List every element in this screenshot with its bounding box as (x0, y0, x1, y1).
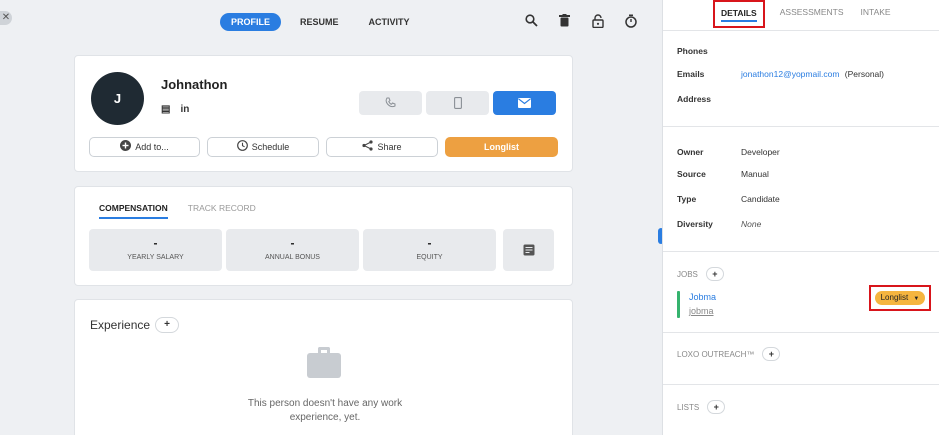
tab-intake[interactable]: INTAKE (859, 0, 893, 28)
equity-box[interactable]: - EQUITY (363, 229, 496, 271)
briefcase-icon (307, 347, 341, 379)
caret-down-icon: ▼ (913, 296, 920, 302)
compensation-values: - YEARLY SALARY - ANNUAL BONUS - EQUITY (89, 229, 500, 271)
job-status-highlight: Longlist ▼ (869, 285, 931, 311)
add-to-label: Add to... (135, 142, 169, 152)
email-icon (518, 98, 531, 108)
type-value[interactable]: Candidate (741, 194, 780, 204)
tab-compensation[interactable]: COMPENSATION (99, 203, 168, 219)
compensation-card: COMPENSATION TRACK RECORD - YEARLY SALAR… (74, 186, 573, 286)
emails-label: Emails (677, 69, 705, 79)
job-status-bar (677, 291, 680, 318)
job-status-label: Longlist (880, 293, 909, 302)
source-label: Source (677, 169, 706, 179)
type-label: Type (677, 194, 697, 204)
tab-assessments[interactable]: ASSESSMENTS (778, 0, 846, 28)
jobs-section-title: JOBS + (677, 267, 724, 281)
tab-activity[interactable]: ACTIVITY (358, 13, 421, 31)
tab-details[interactable]: DETAILS (713, 0, 765, 28)
linkedin-icon[interactable]: in (180, 104, 189, 115)
yearly-salary-box[interactable]: - YEARLY SALARY (89, 229, 222, 271)
tab-profile[interactable]: PROFILE (220, 13, 282, 31)
yearly-salary-label: YEARLY SALARY (127, 254, 184, 261)
diversity-value[interactable]: None (741, 219, 761, 229)
social-links: ▤ in (161, 104, 199, 115)
tab-track-record[interactable]: TRACK RECORD (188, 203, 256, 219)
phone-icon (385, 97, 396, 108)
add-to-button[interactable]: Add to... (89, 137, 200, 157)
divider (663, 251, 939, 252)
close-icon[interactable]: ✕ (0, 11, 12, 25)
add-list-button[interactable]: + (707, 400, 726, 414)
empty-experience-text: This person doesn't have any work experi… (247, 398, 403, 423)
plus-circle-icon (120, 140, 132, 154)
job-name-link[interactable]: Jobma (689, 292, 716, 302)
yearly-salary-value: - (153, 236, 158, 250)
phones-label: Phones (677, 46, 708, 56)
email-button[interactable] (493, 91, 556, 115)
experience-card: Experience + This person doesn't have an… (74, 299, 573, 435)
phone-button[interactable] (359, 91, 422, 115)
equity-label: EQUITY (416, 254, 443, 261)
action-buttons: Add to... Schedule Share Longlist (89, 137, 565, 157)
email-link[interactable]: jonathon12@yopmail.com (741, 69, 839, 79)
longlist-button[interactable]: Longlist (445, 137, 558, 157)
lock-icon[interactable] (589, 14, 606, 31)
add-job-button[interactable]: + (705, 267, 724, 281)
schedule-label: Schedule (251, 142, 290, 152)
annual-bonus-label: ANNUAL BONUS (265, 254, 320, 261)
compensation-tabs: COMPENSATION TRACK RECORD (99, 203, 276, 219)
lists-label: LISTS (677, 402, 700, 412)
email-value: jonathon12@yopmail.com (Personal) (741, 69, 884, 79)
experience-title: Experience (90, 318, 151, 332)
toolbar (523, 14, 655, 31)
job-company-link[interactable]: jobma (689, 306, 714, 316)
share-button[interactable]: Share (326, 137, 438, 157)
clock-icon (236, 140, 248, 154)
mobile-icon (453, 97, 462, 109)
equity-value: - (427, 236, 432, 250)
trash-icon[interactable] (556, 14, 573, 31)
jobs-label: JOBS (677, 269, 698, 279)
outreach-label: LOXO OUTREACH™ (677, 349, 755, 359)
details-tabs: DETAILS ASSESSMENTS INTAKE (713, 0, 906, 28)
profile-header-card: J Johnathon ▤ in Add to... Schedule Shar… (74, 55, 573, 172)
profile-tabs: PROFILE RESUME ACTIVITY (220, 12, 429, 32)
divider (663, 126, 939, 127)
note-button[interactable] (503, 229, 554, 271)
address-label: Address (677, 94, 712, 104)
mobile-button[interactable] (426, 91, 489, 115)
tab-resume[interactable]: RESUME (289, 13, 350, 31)
annual-bonus-value: - (290, 236, 295, 250)
divider (663, 332, 939, 333)
source-value[interactable]: Manual (741, 169, 769, 179)
share-label: Share (377, 142, 402, 152)
candidate-name: Johnathon (161, 77, 228, 92)
divider (663, 384, 939, 385)
annual-bonus-box[interactable]: - ANNUAL BONUS (226, 229, 359, 271)
diversity-label: Diversity (677, 219, 713, 229)
lists-section-title: LISTS + (677, 400, 726, 414)
email-type: (Personal) (844, 69, 884, 79)
search-icon[interactable] (523, 14, 540, 31)
divider (663, 30, 939, 31)
timer-icon[interactable] (622, 14, 639, 31)
owner-value[interactable]: Developer (741, 147, 780, 157)
outreach-section-title: LOXO OUTREACH™ + (677, 347, 781, 361)
details-pane: DETAILS ASSESSMENTS INTAKE Phones Emails… (662, 0, 939, 435)
note-icon (523, 244, 534, 256)
add-outreach-button[interactable]: + (762, 347, 781, 361)
document-icon[interactable]: ▤ (161, 104, 170, 115)
share-icon (362, 140, 374, 154)
contact-buttons (359, 91, 560, 115)
profile-pane: ✕ PROFILE RESUME ACTIVITY J Johnathon ▤ … (0, 0, 664, 435)
tab-details-label: DETAILS (721, 8, 757, 22)
avatar[interactable]: J (91, 72, 144, 125)
owner-label: Owner (677, 147, 704, 157)
schedule-button[interactable]: Schedule (207, 137, 319, 157)
job-status-dropdown[interactable]: Longlist ▼ (875, 291, 925, 305)
add-experience-button[interactable]: + (155, 317, 179, 333)
